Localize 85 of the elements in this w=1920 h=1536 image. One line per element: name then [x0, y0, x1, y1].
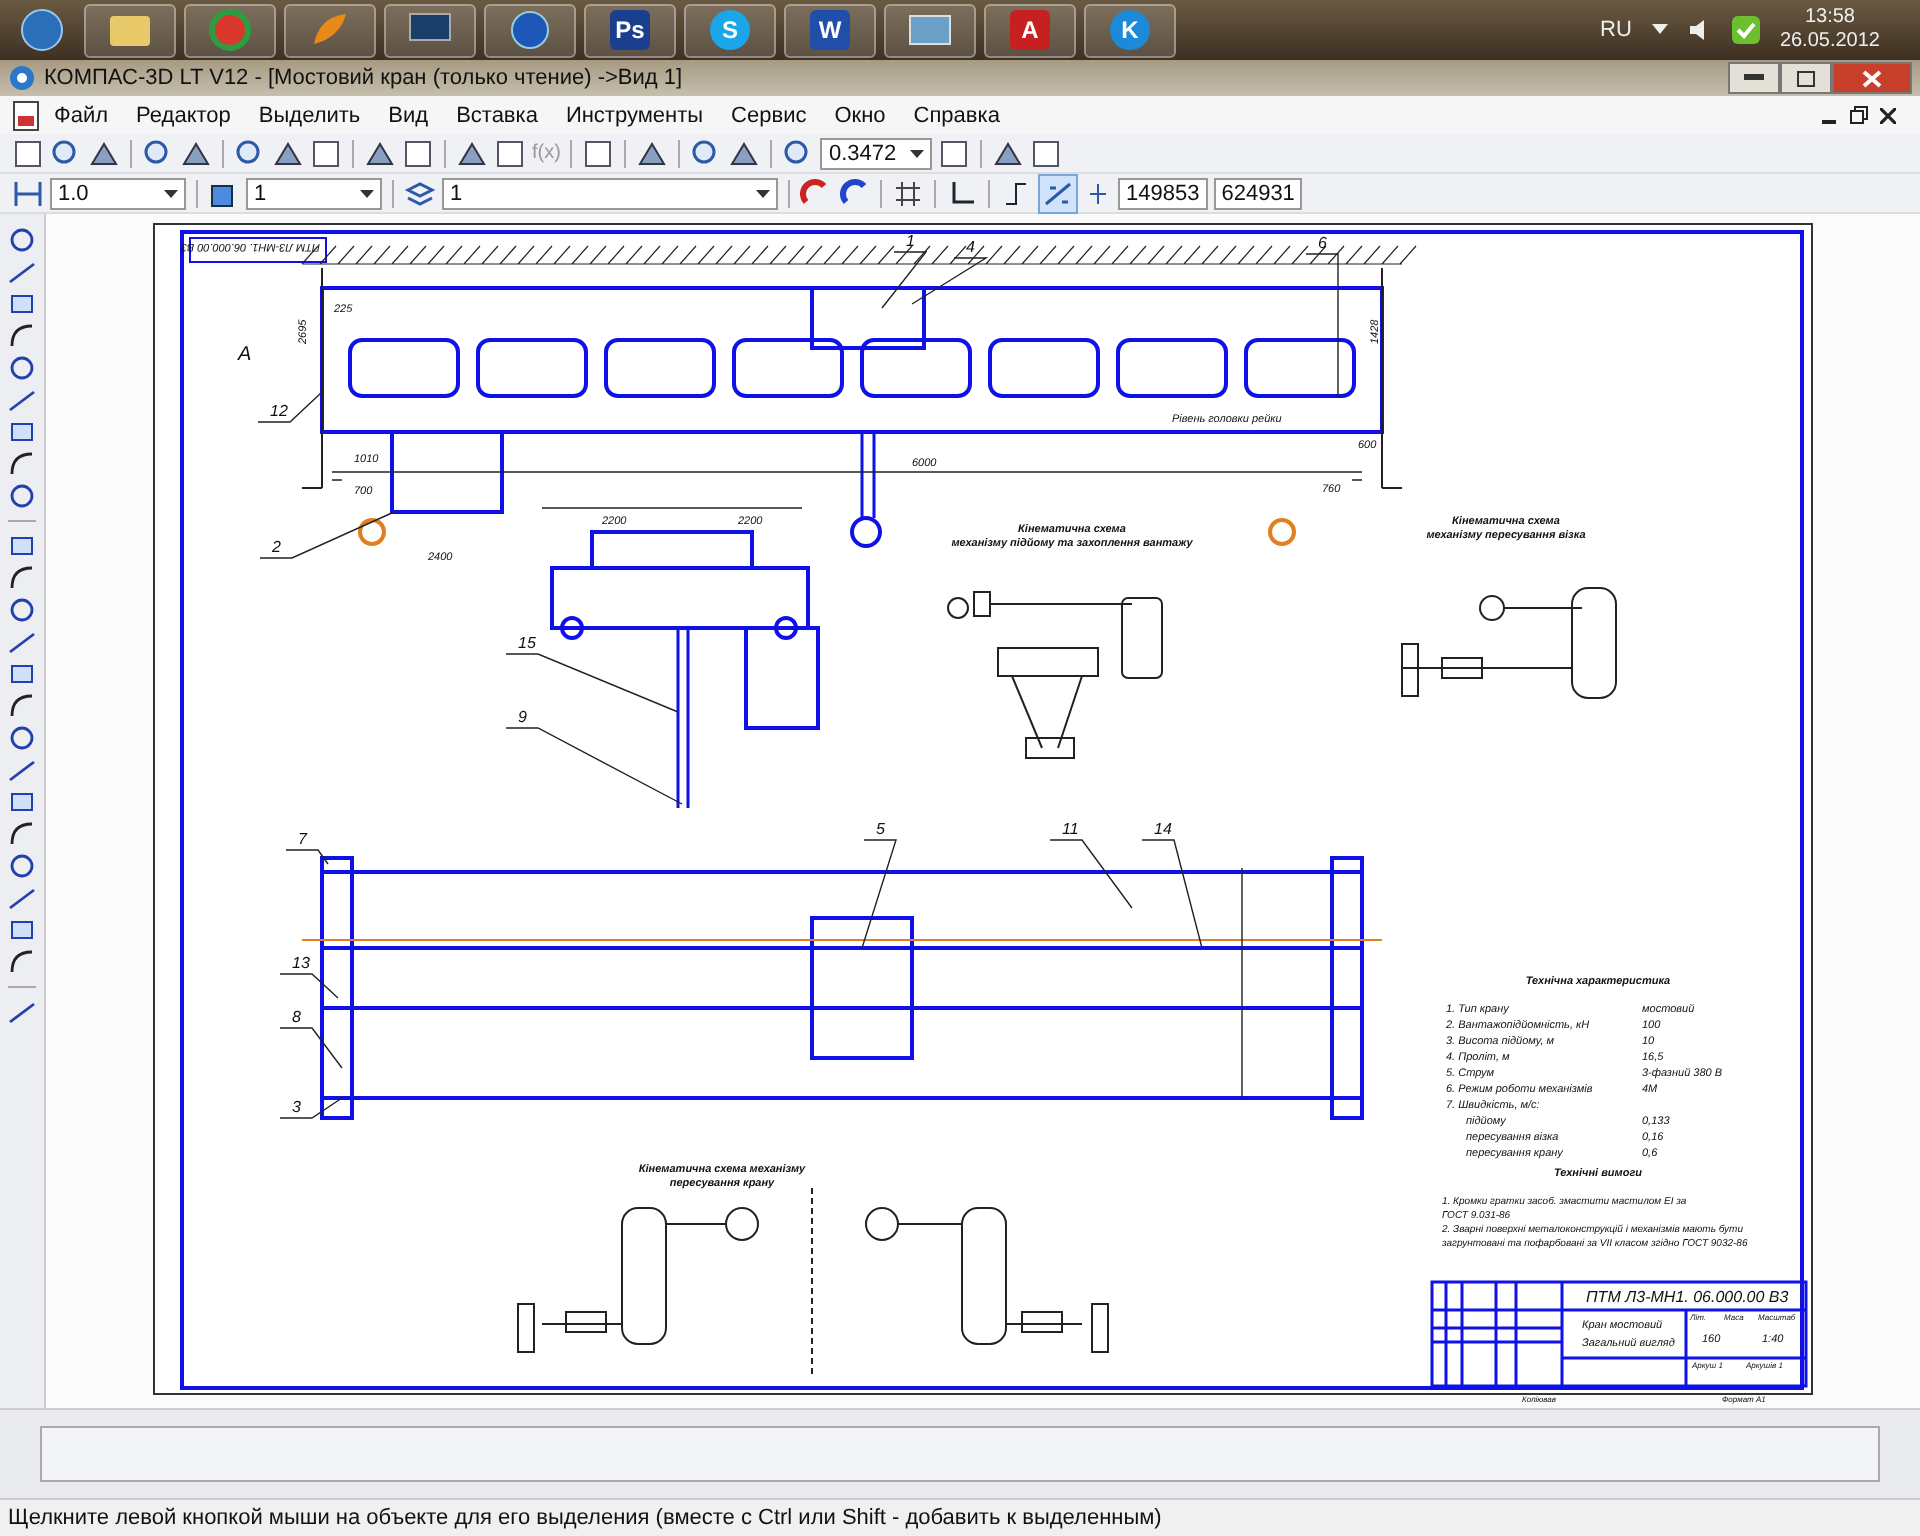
view-label: А [238, 344, 252, 366]
word-icon: W [810, 10, 850, 50]
callout-number: 5 [876, 820, 885, 838]
taskbar-button[interactable] [384, 3, 476, 57]
caret-icon [360, 189, 374, 197]
taskbar-button[interactable] [84, 3, 176, 57]
caret-icon[interactable] [1651, 24, 1668, 36]
leader-line [279, 1097, 343, 1119]
leader-line [257, 391, 323, 423]
maximize-button[interactable] [1780, 62, 1832, 94]
y-coordinate-field[interactable]: 624931 [1213, 177, 1303, 209]
menu-item[interactable]: Сервис [717, 103, 821, 127]
magnet-icon[interactable] [800, 177, 832, 209]
taskbar-button[interactable]: W [784, 3, 876, 57]
cad-icon: A [1010, 10, 1050, 50]
callout-number: 7 [298, 830, 307, 848]
menu-item[interactable]: Справка [899, 103, 1014, 127]
restore-icon[interactable] [1850, 106, 1868, 124]
callout-number: 13 [292, 954, 310, 972]
close-icon [1862, 69, 1882, 87]
callout-number: 2 [272, 538, 281, 556]
ortho-icon[interactable] [1000, 177, 1032, 209]
callout-number: 12 [270, 402, 288, 420]
minimize-icon [1744, 74, 1764, 82]
taskbar-button[interactable] [284, 3, 376, 57]
window-title: КОМПАС-3D LT V12 - [Мостовий кран (только чтение) ->Вид 1] [44, 66, 683, 90]
taskbar-button[interactable] [884, 3, 976, 57]
title-block-code: ПТМ Л3-МН1. 06.000.00 В3 [1586, 1288, 1789, 1306]
callout-number: 1 [906, 232, 915, 250]
leader-line [279, 1027, 343, 1069]
leader-line [259, 511, 395, 559]
callout-number: 14 [1154, 820, 1172, 838]
callout-number: 15 [518, 634, 536, 652]
menu-item[interactable]: Окно [820, 103, 900, 127]
taskbar-button[interactable] [184, 3, 276, 57]
zoom-scale-field[interactable]: 0.3472 [820, 137, 933, 169]
callout-number: 6 [1318, 234, 1327, 252]
caret-icon [164, 189, 178, 197]
skype-icon: S [710, 10, 750, 50]
callout-number: 9 [518, 708, 527, 726]
maximize-icon [1796, 69, 1816, 87]
caret-icon [756, 189, 770, 197]
leader-line [285, 849, 329, 865]
leader-line [861, 839, 897, 949]
globe-icon [506, 8, 554, 52]
minimize-button[interactable] [1728, 62, 1780, 94]
layers-stack-icon[interactable] [404, 177, 436, 209]
menu-item[interactable]: Выделить [244, 103, 375, 127]
callout-number: 8 [292, 1008, 301, 1026]
close-button[interactable] [1832, 62, 1912, 94]
clock-time: 13:58 [1804, 6, 1855, 30]
magnet-icon[interactable] [838, 177, 870, 209]
taskbar-button[interactable] [484, 3, 576, 57]
menu-item[interactable]: Файл [40, 103, 123, 127]
step-field[interactable]: 1.0 [50, 177, 186, 209]
taskbar-button[interactable]: K [1084, 3, 1176, 57]
menu-item[interactable]: Вид [374, 103, 443, 127]
start-orb-icon [18, 8, 66, 52]
callout-number: 4 [966, 238, 975, 256]
x-coordinate-field[interactable]: 149853 [1118, 177, 1208, 209]
leader-line [1049, 839, 1133, 909]
status-text: Щелкните левой кнопкой мыши на объекте для его выделения (вместе с Ctrl или Shift - добавить к выделенным) [8, 1506, 1162, 1530]
browser-icon [206, 8, 254, 52]
taskbar-button[interactable]: Ps [584, 3, 676, 57]
snap-icon[interactable] [1038, 173, 1078, 213]
callout-number: 3 [292, 1098, 301, 1116]
clock-date: 26.05.2012 [1779, 30, 1880, 54]
style-field[interactable]: 1 [442, 177, 778, 209]
photoshop-icon: Ps [610, 10, 650, 50]
kompas-icon: K [1110, 10, 1150, 50]
new-document-icon[interactable] [12, 137, 44, 169]
layer-field[interactable]: 1 [246, 177, 382, 209]
menu-item[interactable]: Редактор [122, 103, 245, 127]
language-indicator[interactable]: RU [1600, 18, 1632, 42]
app-logo-icon [8, 64, 36, 92]
grid-step-icon[interactable] [12, 177, 44, 209]
leader-line [279, 973, 339, 999]
close-icon[interactable] [1880, 107, 1896, 123]
menu-item[interactable]: Инструменты [551, 103, 718, 127]
shield-check-icon[interactable] [1731, 16, 1760, 44]
menu-item[interactable]: Вставка [442, 103, 552, 127]
taskbar-button[interactable]: A [984, 3, 1076, 57]
caret-icon [910, 149, 925, 157]
callout-number: 11 [1062, 820, 1079, 838]
leader-line [1141, 839, 1203, 949]
